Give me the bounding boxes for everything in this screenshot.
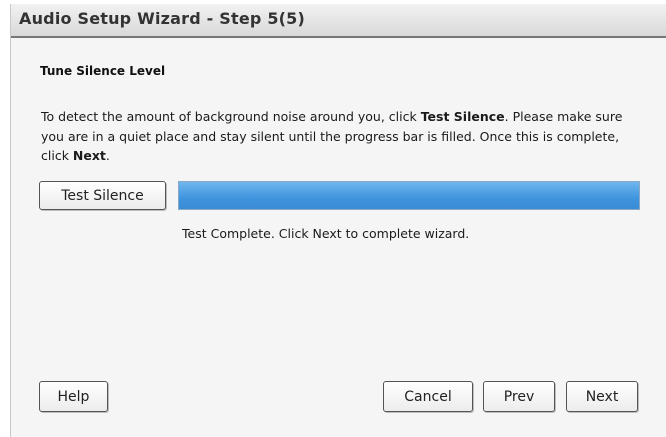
instructions-part-1: To detect the amount of background noise… [41,109,421,124]
instructions-test-silence-emphasis: Test Silence [420,109,505,124]
progress-bar-fill [179,182,639,209]
help-button[interactable]: Help [39,381,108,412]
silence-progress-bar [178,181,640,210]
cancel-button[interactable]: Cancel [383,381,473,412]
next-button[interactable]: Next [566,381,638,412]
prev-button[interactable]: Prev [483,381,555,412]
window-title: Audio Setup Wizard - Step 5(5) [19,9,306,28]
status-message: Test Complete. Click Next to complete wi… [182,226,470,241]
section-title: Tune Silence Level [40,64,166,78]
title-bar: Audio Setup Wizard - Step 5(5) [11,4,666,38]
instructions-part-3: . [105,148,110,163]
instructions-text: To detect the amount of background noise… [41,107,631,166]
test-silence-button[interactable]: Test Silence [39,181,166,210]
instructions-next-emphasis: Next [72,148,106,163]
